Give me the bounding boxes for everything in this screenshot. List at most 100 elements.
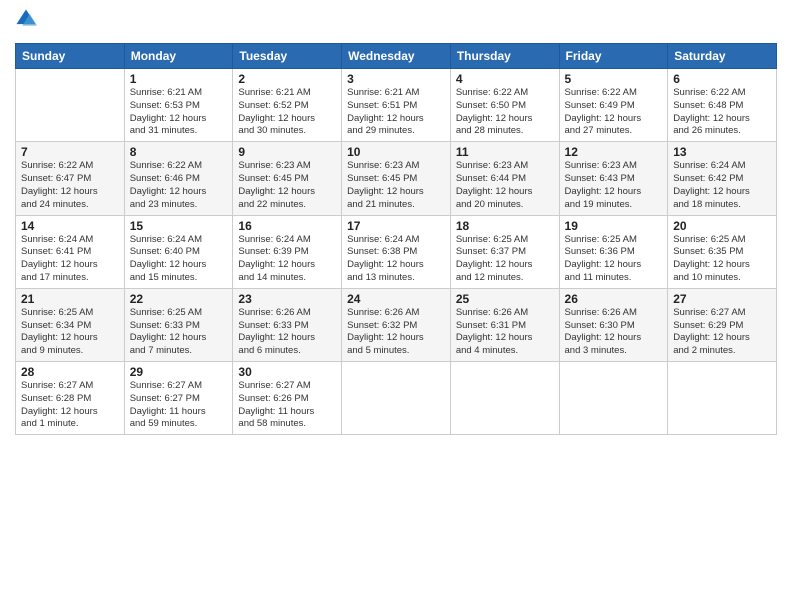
- day-number: 1: [130, 72, 228, 86]
- calendar-cell: [16, 69, 125, 142]
- day-info: Sunrise: 6:25 AM Sunset: 6:36 PM Dayligh…: [565, 234, 663, 285]
- calendar-cell: 1Sunrise: 6:21 AM Sunset: 6:53 PM Daylig…: [124, 69, 233, 142]
- day-info: Sunrise: 6:25 AM Sunset: 6:33 PM Dayligh…: [130, 307, 228, 358]
- calendar-cell: 5Sunrise: 6:22 AM Sunset: 6:49 PM Daylig…: [559, 69, 668, 142]
- day-info: Sunrise: 6:23 AM Sunset: 6:43 PM Dayligh…: [565, 160, 663, 211]
- day-number: 2: [238, 72, 336, 86]
- calendar-week-row: 14Sunrise: 6:24 AM Sunset: 6:41 PM Dayli…: [16, 215, 777, 288]
- calendar-cell: 26Sunrise: 6:26 AM Sunset: 6:30 PM Dayli…: [559, 288, 668, 361]
- day-info: Sunrise: 6:24 AM Sunset: 6:38 PM Dayligh…: [347, 234, 445, 285]
- day-number: 14: [21, 219, 119, 233]
- day-info: Sunrise: 6:24 AM Sunset: 6:39 PM Dayligh…: [238, 234, 336, 285]
- weekday-header: Monday: [124, 44, 233, 69]
- day-info: Sunrise: 6:25 AM Sunset: 6:35 PM Dayligh…: [673, 234, 771, 285]
- day-info: Sunrise: 6:23 AM Sunset: 6:45 PM Dayligh…: [238, 160, 336, 211]
- calendar-cell: 23Sunrise: 6:26 AM Sunset: 6:33 PM Dayli…: [233, 288, 342, 361]
- day-number: 24: [347, 292, 445, 306]
- day-info: Sunrise: 6:22 AM Sunset: 6:46 PM Dayligh…: [130, 160, 228, 211]
- weekday-header-row: SundayMondayTuesdayWednesdayThursdayFrid…: [16, 44, 777, 69]
- weekday-header: Sunday: [16, 44, 125, 69]
- day-number: 19: [565, 219, 663, 233]
- logo-icon: [15, 10, 37, 35]
- calendar-cell: [668, 362, 777, 435]
- day-info: Sunrise: 6:21 AM Sunset: 6:51 PM Dayligh…: [347, 87, 445, 138]
- calendar-cell: 27Sunrise: 6:27 AM Sunset: 6:29 PM Dayli…: [668, 288, 777, 361]
- calendar-cell: 25Sunrise: 6:26 AM Sunset: 6:31 PM Dayli…: [450, 288, 559, 361]
- calendar-cell: 30Sunrise: 6:27 AM Sunset: 6:26 PM Dayli…: [233, 362, 342, 435]
- calendar-cell: 4Sunrise: 6:22 AM Sunset: 6:50 PM Daylig…: [450, 69, 559, 142]
- day-number: 28: [21, 365, 119, 379]
- calendar-cell: 3Sunrise: 6:21 AM Sunset: 6:51 PM Daylig…: [342, 69, 451, 142]
- calendar-cell: 21Sunrise: 6:25 AM Sunset: 6:34 PM Dayli…: [16, 288, 125, 361]
- calendar-cell: 29Sunrise: 6:27 AM Sunset: 6:27 PM Dayli…: [124, 362, 233, 435]
- day-number: 22: [130, 292, 228, 306]
- day-info: Sunrise: 6:24 AM Sunset: 6:41 PM Dayligh…: [21, 234, 119, 285]
- day-info: Sunrise: 6:27 AM Sunset: 6:29 PM Dayligh…: [673, 307, 771, 358]
- calendar-cell: 13Sunrise: 6:24 AM Sunset: 6:42 PM Dayli…: [668, 142, 777, 215]
- weekday-header: Wednesday: [342, 44, 451, 69]
- day-info: Sunrise: 6:22 AM Sunset: 6:47 PM Dayligh…: [21, 160, 119, 211]
- calendar-cell: 20Sunrise: 6:25 AM Sunset: 6:35 PM Dayli…: [668, 215, 777, 288]
- day-info: Sunrise: 6:27 AM Sunset: 6:26 PM Dayligh…: [238, 380, 336, 431]
- day-info: Sunrise: 6:24 AM Sunset: 6:42 PM Dayligh…: [673, 160, 771, 211]
- day-number: 5: [565, 72, 663, 86]
- weekday-header: Tuesday: [233, 44, 342, 69]
- day-number: 29: [130, 365, 228, 379]
- day-number: 10: [347, 145, 445, 159]
- calendar-cell: 7Sunrise: 6:22 AM Sunset: 6:47 PM Daylig…: [16, 142, 125, 215]
- calendar-cell: 28Sunrise: 6:27 AM Sunset: 6:28 PM Dayli…: [16, 362, 125, 435]
- calendar-week-row: 1Sunrise: 6:21 AM Sunset: 6:53 PM Daylig…: [16, 69, 777, 142]
- day-number: 17: [347, 219, 445, 233]
- calendar-week-row: 21Sunrise: 6:25 AM Sunset: 6:34 PM Dayli…: [16, 288, 777, 361]
- calendar-cell: [559, 362, 668, 435]
- calendar-cell: [450, 362, 559, 435]
- day-info: Sunrise: 6:22 AM Sunset: 6:50 PM Dayligh…: [456, 87, 554, 138]
- day-number: 3: [347, 72, 445, 86]
- day-number: 26: [565, 292, 663, 306]
- day-info: Sunrise: 6:23 AM Sunset: 6:44 PM Dayligh…: [456, 160, 554, 211]
- logo: [15, 10, 41, 35]
- calendar-cell: 19Sunrise: 6:25 AM Sunset: 6:36 PM Dayli…: [559, 215, 668, 288]
- day-info: Sunrise: 6:25 AM Sunset: 6:34 PM Dayligh…: [21, 307, 119, 358]
- day-number: 30: [238, 365, 336, 379]
- day-info: Sunrise: 6:26 AM Sunset: 6:31 PM Dayligh…: [456, 307, 554, 358]
- calendar-cell: 10Sunrise: 6:23 AM Sunset: 6:45 PM Dayli…: [342, 142, 451, 215]
- page: SundayMondayTuesdayWednesdayThursdayFrid…: [0, 0, 792, 612]
- calendar-cell: 9Sunrise: 6:23 AM Sunset: 6:45 PM Daylig…: [233, 142, 342, 215]
- day-number: 9: [238, 145, 336, 159]
- calendar-cell: 2Sunrise: 6:21 AM Sunset: 6:52 PM Daylig…: [233, 69, 342, 142]
- day-info: Sunrise: 6:26 AM Sunset: 6:32 PM Dayligh…: [347, 307, 445, 358]
- calendar-table: SundayMondayTuesdayWednesdayThursdayFrid…: [15, 43, 777, 435]
- day-info: Sunrise: 6:23 AM Sunset: 6:45 PM Dayligh…: [347, 160, 445, 211]
- day-info: Sunrise: 6:22 AM Sunset: 6:49 PM Dayligh…: [565, 87, 663, 138]
- calendar-cell: 14Sunrise: 6:24 AM Sunset: 6:41 PM Dayli…: [16, 215, 125, 288]
- day-number: 8: [130, 145, 228, 159]
- day-number: 12: [565, 145, 663, 159]
- weekday-header: Friday: [559, 44, 668, 69]
- day-number: 25: [456, 292, 554, 306]
- weekday-header: Thursday: [450, 44, 559, 69]
- day-info: Sunrise: 6:24 AM Sunset: 6:40 PM Dayligh…: [130, 234, 228, 285]
- calendar-cell: 24Sunrise: 6:26 AM Sunset: 6:32 PM Dayli…: [342, 288, 451, 361]
- day-info: Sunrise: 6:21 AM Sunset: 6:53 PM Dayligh…: [130, 87, 228, 138]
- day-info: Sunrise: 6:26 AM Sunset: 6:30 PM Dayligh…: [565, 307, 663, 358]
- calendar-cell: 18Sunrise: 6:25 AM Sunset: 6:37 PM Dayli…: [450, 215, 559, 288]
- day-number: 23: [238, 292, 336, 306]
- day-number: 16: [238, 219, 336, 233]
- day-number: 20: [673, 219, 771, 233]
- day-number: 6: [673, 72, 771, 86]
- calendar-cell: 22Sunrise: 6:25 AM Sunset: 6:33 PM Dayli…: [124, 288, 233, 361]
- day-info: Sunrise: 6:21 AM Sunset: 6:52 PM Dayligh…: [238, 87, 336, 138]
- day-number: 27: [673, 292, 771, 306]
- calendar-cell: 12Sunrise: 6:23 AM Sunset: 6:43 PM Dayli…: [559, 142, 668, 215]
- calendar-cell: 16Sunrise: 6:24 AM Sunset: 6:39 PM Dayli…: [233, 215, 342, 288]
- calendar-cell: [342, 362, 451, 435]
- day-number: 13: [673, 145, 771, 159]
- calendar-week-row: 28Sunrise: 6:27 AM Sunset: 6:28 PM Dayli…: [16, 362, 777, 435]
- day-number: 18: [456, 219, 554, 233]
- day-info: Sunrise: 6:25 AM Sunset: 6:37 PM Dayligh…: [456, 234, 554, 285]
- weekday-header: Saturday: [668, 44, 777, 69]
- calendar-cell: 15Sunrise: 6:24 AM Sunset: 6:40 PM Dayli…: [124, 215, 233, 288]
- day-info: Sunrise: 6:26 AM Sunset: 6:33 PM Dayligh…: [238, 307, 336, 358]
- day-number: 15: [130, 219, 228, 233]
